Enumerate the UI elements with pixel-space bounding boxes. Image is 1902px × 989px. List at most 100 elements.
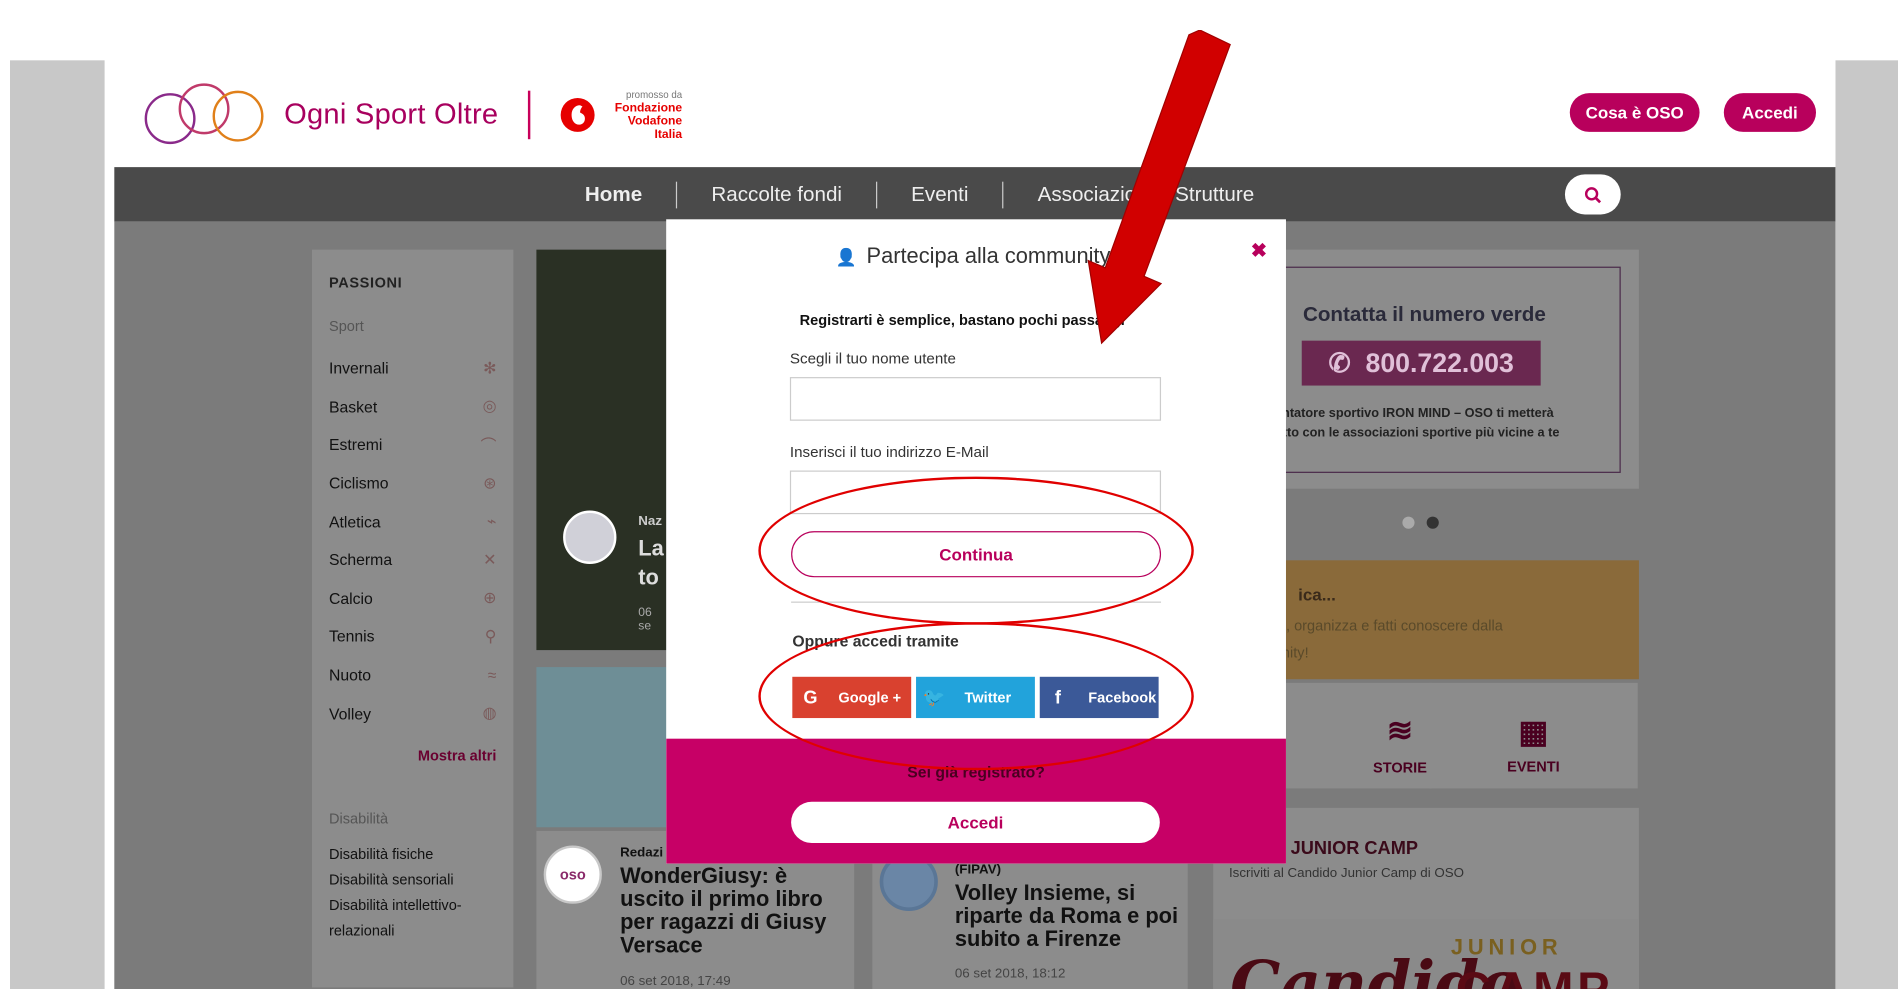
modal-title-text: Partecipa alla community! [866,243,1117,268]
wheel-icon: ⊛ [483,473,497,492]
phone-icon: ✆ [1328,347,1351,378]
sport-item-label: Volley [328,704,372,723]
search-button[interactable] [1564,174,1621,215]
accedi-header-button[interactable]: Accedi [1723,93,1817,132]
search-icon [1584,186,1602,203]
promo-desc: ta, organizza e fatti conoscere dalla un… [1274,612,1503,665]
sport-item-label: Estremi [328,435,383,455]
storie-label: STORIE [1373,759,1427,777]
verde-desc-line-1: ientatore sportivo IRON MIND – OSO ti me… [1271,406,1554,421]
sport-item-invernali[interactable]: Invernali ✻ [329,349,496,387]
main-nav: Home Raccolte fondi Eventi Associazioni … [114,167,1836,222]
promo-desc-line-2: unity! [1273,644,1309,662]
hero-line-2: La [638,536,664,561]
swimmer-icon: ≈ [487,665,497,685]
wave-icon: ⌒ [480,437,497,456]
promo-desc-line-1: ta, organizza e fatti conoscere dalla [1273,617,1503,635]
camp-logo-junior: JUNIOR [1450,935,1563,960]
waves-icon: ≋ [1386,711,1414,749]
calendar-icon: ▦ [1518,713,1549,750]
soccer-ball-icon: ⊕ [483,588,497,607]
vodafone-logo: promosso da Fondazione Vodafone Italia [559,88,683,142]
sport-item-label: Nuoto [328,665,372,685]
sport-item-scherma[interactable]: Scherma ✕ [329,541,496,579]
site-header: Ogni Sport Oltre promosso da Fondazione … [114,60,1836,168]
username-input[interactable] [789,377,1162,421]
right-gutter [1835,60,1898,989]
numero-verde-title: Contatta il numero verde [1302,303,1546,327]
eventi-tile[interactable]: ▦ EVENTI [1429,682,1638,789]
sport-item-ciclismo[interactable]: Ciclismo ⊛ [329,464,496,502]
carousel-dot[interactable] [1402,516,1415,529]
cosa-e-oso-button[interactable]: Cosa è OSO [1569,93,1700,132]
news-title: WonderGiusy: è uscito il primo libro per… [620,863,827,958]
eventi-label: EVENTI [1507,758,1560,776]
nav-eventi[interactable]: Eventi [875,181,1002,208]
sport-item-label: Basket [328,397,378,416]
disability-item-fisiche[interactable]: Disabilità fisiche [329,842,496,867]
close-icon[interactable]: ✖ [1251,239,1267,263]
wondergiusy-image[interactable] [536,667,668,828]
sport-item-estremi[interactable]: Estremi ⌒ [329,426,496,464]
sport-item-nuoto[interactable]: Nuoto ≈ [329,656,496,694]
disability-item-intellettivo[interactable]: Disabilità intellettivo-relazionali [329,893,487,944]
nav-home[interactable]: Home [585,181,676,208]
nav-associazioni[interactable]: Associazioni e Strutture [1002,181,1288,208]
browser-viewport: Ogni Sport Oltre promosso da Fondazione … [10,30,1898,989]
federation-badge [563,510,617,564]
sport-item-label: Ciclismo [328,474,389,493]
passioni-sidebar: PASSIONI Sport Invernali ✻ Basket ◎ Estrem… [312,249,514,988]
oso-logo[interactable]: Ogni Sport Oltre promosso da Fondazione … [141,77,682,152]
accedi-modal-button[interactable]: Accedi [791,801,1160,844]
carousel-dot-active[interactable] [1426,516,1439,529]
email-label: Inserisci il tuo indirizzo E-Mail [789,443,989,461]
snowflake-icon: ✻ [483,358,497,377]
numero-verde-number[interactable]: ✆ 800.722.003 [1301,340,1541,386]
verde-desc-line-2: tatto con le associazioni sportive più v… [1271,425,1560,441]
oso-avatar: oso [543,845,602,904]
left-gutter [10,60,105,989]
news-title: Volley Insieme, si riparte da Roma e poi… [954,880,1179,952]
sport-item-calcio[interactable]: Calcio ⊕ [329,579,496,617]
news-date: 06 set 2018, 17:49 [620,974,731,989]
sport-item-label: Calcio [328,589,373,608]
volleyball-icon: ◍ [482,703,497,722]
racket-icon: ⚲ [484,626,497,646]
promo-line-3: Italia [654,128,683,142]
username-label: Scegli il tuo nome utente [789,350,956,368]
promo-line-1: Fondazione [614,101,683,115]
page-stage: Ogni Sport Oltre promosso da Fondazione … [10,30,1898,989]
header-divider [527,90,530,140]
sport-item-volley[interactable]: Volley ◍ [329,694,496,732]
modal-intro: Registrarti è semplice, bastano pochi pa… [799,311,1125,329]
sport-item-label: Tennis [328,627,375,646]
nav-raccolte-fondi[interactable]: Raccolte fondi [676,181,876,208]
vodafone-icon [560,97,595,132]
shoe-icon: ⌁ [486,511,497,531]
news-date: 06 set 2018, 18:12 [954,966,1066,982]
camp-logo-camp: CAMP [1456,963,1613,989]
sport-item-atletica[interactable]: Atletica ⌁ [329,503,496,541]
news-author: (FIPAV) [954,862,1002,878]
sport-item-label: Scherma [328,550,393,570]
promo-title: ica... [1298,584,1336,604]
hero-line-1: Naz [638,514,663,529]
hero-article[interactable]: Naz La to 06 se [536,249,668,651]
passioni-title: PASSIONI [328,273,403,291]
oso-logo-icon [144,83,264,145]
sport-item-label: Invernali [328,359,389,378]
disability-item-sensoriali[interactable]: Disabilità sensoriali [329,867,496,892]
sport-item-basket[interactable]: Basket ◎ [329,387,496,425]
brand-name: Ogni Sport Oltre [284,97,499,131]
annotation-ellipse-social [758,622,1194,771]
promo-line-2: Vodafone [627,114,683,129]
user-icon: 👤 [835,247,857,267]
page: Ogni Sport Oltre promosso da Fondazione … [10,30,1898,989]
numero-verde-desc: ientatore sportivo IRON MIND – OSO ti me… [1271,404,1611,443]
mostra-altri-link[interactable]: Mostra altri [329,747,496,764]
promo-small: promosso da [626,89,683,101]
numero-verde-value: 800.722.003 [1365,347,1514,378]
sport-item-tennis[interactable]: Tennis ⚲ [329,618,496,656]
news-author: Redazi [620,845,664,861]
disabilita-label: Disabilità [328,810,389,828]
